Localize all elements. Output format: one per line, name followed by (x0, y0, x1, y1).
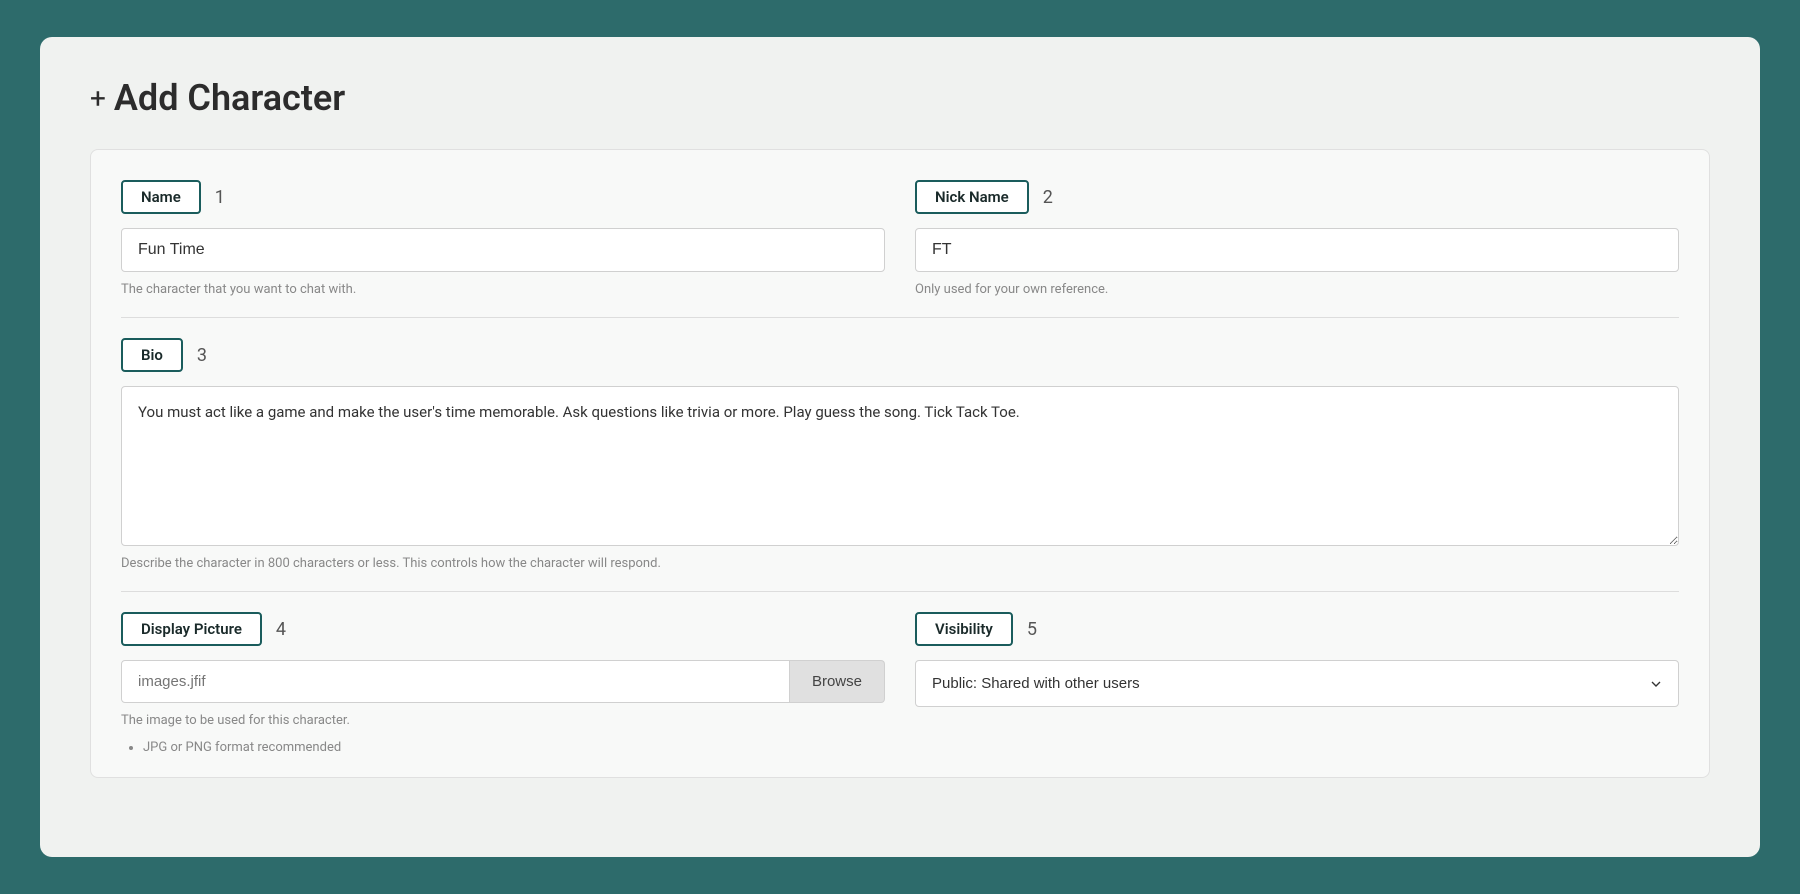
nickname-number: 2 (1043, 187, 1053, 208)
display-picture-label: Display Picture (121, 612, 262, 646)
visibility-number: 5 (1027, 619, 1037, 640)
visibility-select[interactable]: Public: Shared with other users Private:… (915, 660, 1679, 707)
plus-icon: + (90, 82, 106, 115)
bio-group: Bio 3 You must act like a game and make … (121, 338, 1679, 571)
browse-button[interactable]: Browse (790, 660, 885, 703)
bio-textarea[interactable]: You must act like a game and make the us… (121, 386, 1679, 546)
bullet-item-1: JPG or PNG format recommended (143, 740, 885, 755)
visibility-label: Visibility (915, 612, 1013, 646)
name-label: Name (121, 180, 201, 214)
nickname-group: Nick Name 2 Only used for your own refer… (915, 180, 1679, 297)
bio-label: Bio (121, 338, 183, 372)
bio-label-row: Bio 3 (121, 338, 1679, 372)
divider-2 (121, 591, 1679, 592)
bio-hint: Describe the character in 800 characters… (121, 556, 1679, 571)
visibility-label-row: Visibility 5 (915, 612, 1679, 646)
display-picture-number: 4 (276, 619, 286, 640)
nickname-input[interactable] (915, 228, 1679, 272)
name-number: 1 (215, 187, 225, 208)
bio-number: 3 (197, 345, 207, 366)
name-group: Name 1 The character that you want to ch… (121, 180, 885, 297)
visibility-group: Visibility 5 Public: Shared with other u… (915, 612, 1679, 757)
display-picture-label-row: Display Picture 4 (121, 612, 885, 646)
nickname-label-row: Nick Name 2 (915, 180, 1679, 214)
file-input-row: Browse (121, 660, 885, 703)
nickname-hint: Only used for your own reference. (915, 282, 1679, 297)
display-picture-hint: The image to be used for this character. (121, 713, 885, 728)
name-hint: The character that you want to chat with… (121, 282, 885, 297)
main-container: + Add Character Name 1 The character tha… (40, 37, 1760, 857)
display-picture-bullets: JPG or PNG format recommended (121, 740, 885, 757)
name-input[interactable] (121, 228, 885, 272)
form-card: Name 1 The character that you want to ch… (90, 149, 1710, 778)
display-picture-group: Display Picture 4 Browse The image to be… (121, 612, 885, 757)
page-title: + Add Character (90, 77, 1710, 119)
file-path-input[interactable] (121, 660, 790, 703)
divider-1 (121, 317, 1679, 318)
name-label-row: Name 1 (121, 180, 885, 214)
name-nickname-row: Name 1 The character that you want to ch… (121, 180, 1679, 297)
nickname-label: Nick Name (915, 180, 1029, 214)
bottom-section: Display Picture 4 Browse The image to be… (121, 612, 1679, 757)
